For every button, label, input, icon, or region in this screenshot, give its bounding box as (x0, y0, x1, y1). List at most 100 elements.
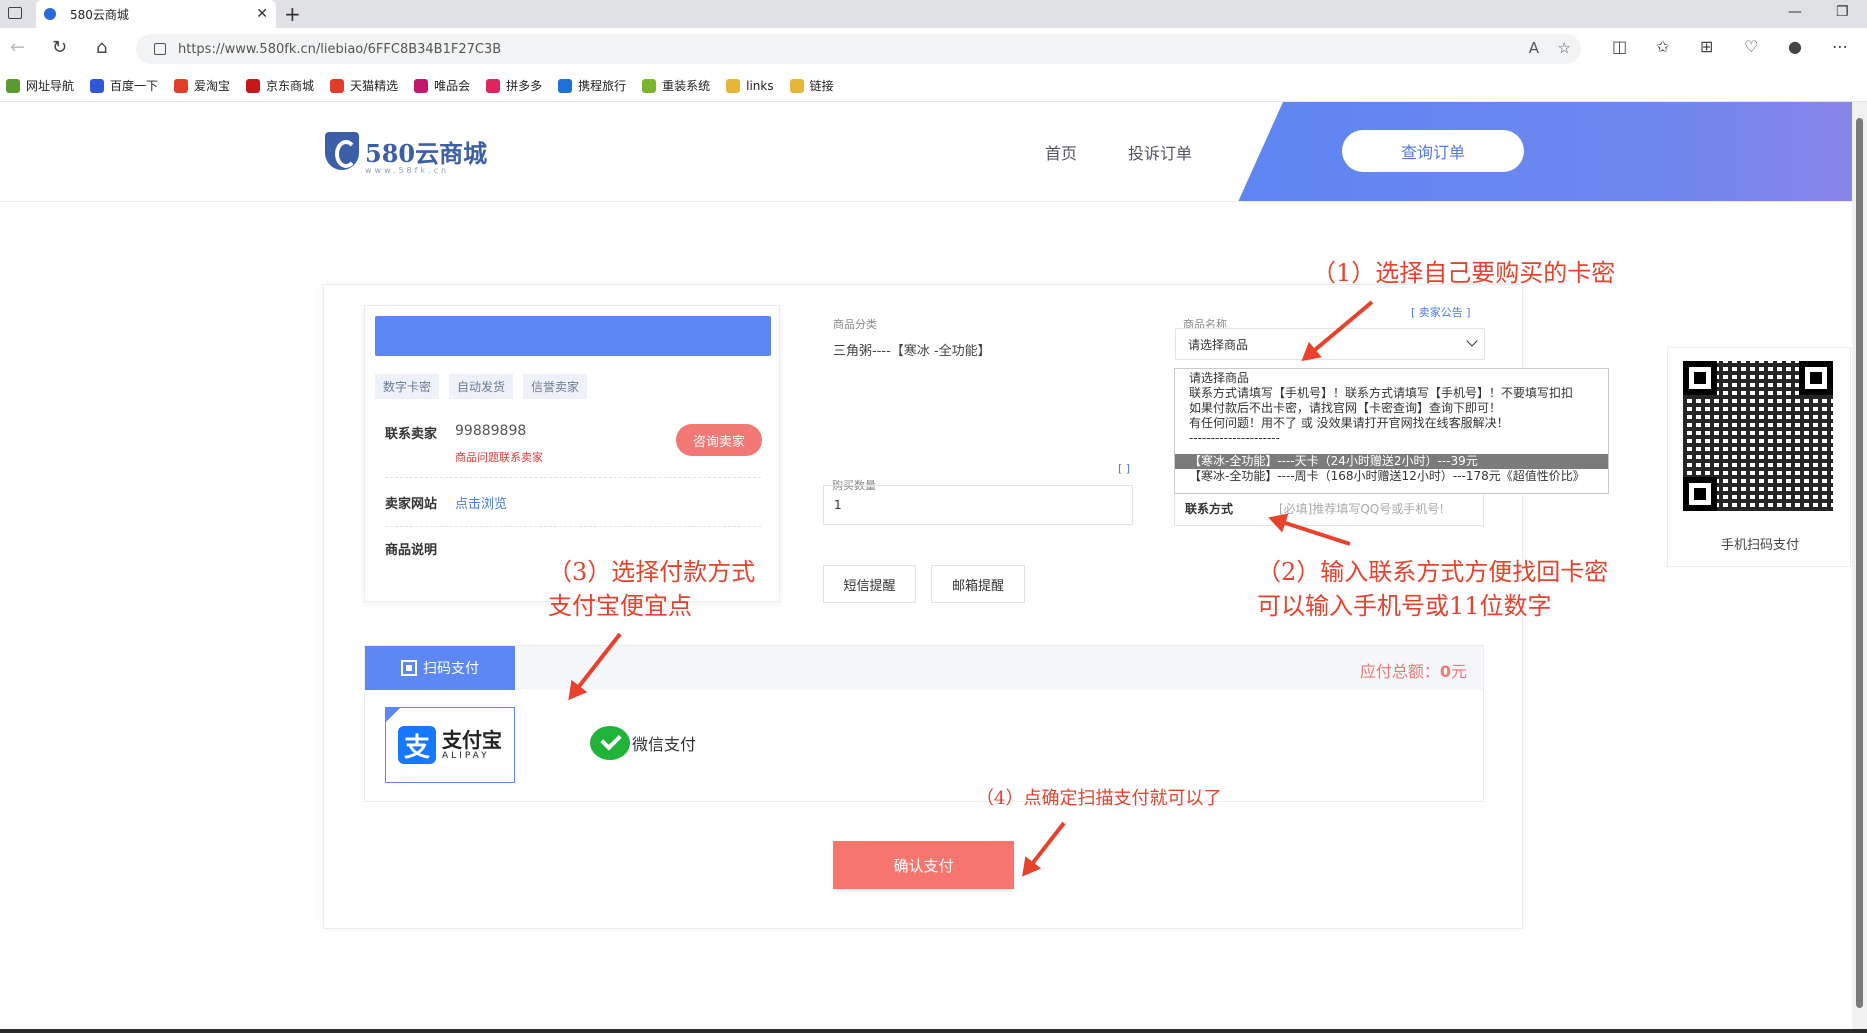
annotation-step-2-line2: 可以输入手机号或11位数字 (1257, 592, 1552, 620)
close-tab-icon[interactable]: ✕ (256, 6, 268, 22)
divider (385, 526, 761, 527)
back-icon[interactable]: ← (10, 37, 25, 58)
query-order-button[interactable]: 查询订单 (1342, 130, 1524, 172)
bookmark-label: 链接 (809, 79, 834, 93)
annotation-step-1: （1）选择自己要购买的卡密 (1312, 259, 1616, 287)
scrollbar-thumb[interactable] (1856, 118, 1863, 1008)
shield-logo-icon (325, 132, 359, 170)
bookmark-item[interactable]: 唯品会 (414, 77, 470, 94)
alipay-cn-label: 支付宝 (442, 728, 502, 752)
bookmark-item[interactable]: links (726, 78, 774, 93)
dropdown-option[interactable]: 请选择商品 (1175, 371, 1608, 386)
tab-title: 580云商城 (70, 7, 129, 22)
product-desc-label: 商品说明 (385, 543, 438, 558)
bookmark-item[interactable]: 京东商城 (246, 77, 314, 94)
bookmark-label: 携程旅行 (578, 79, 627, 93)
dropdown-option[interactable]: 联系方式请填写【手机号】！联系方式请填写【手机号】！不要填写扣扣 (1175, 386, 1608, 401)
contact-label: 联系方式 (1185, 502, 1234, 516)
bookmark-favicon-icon (174, 78, 189, 93)
payment-panel: 扫码支付 应付总额：0元 支 支付宝 ALIPAY 微信支付 (364, 645, 1484, 802)
qr-side-card: 手机扫码支付 (1667, 347, 1851, 567)
dropdown-option[interactable]: 【寒冰-全功能】----周卡（168小时赠送12小时）---178元《超值性价比… (1175, 469, 1608, 484)
dropdown-option[interactable]: 如果付款后不出卡密，请找官网【卡密查询】查询下即可！ (1175, 401, 1608, 416)
bookmark-label: 天猫精选 (350, 79, 399, 93)
bookmark-item[interactable]: 携程旅行 (558, 77, 626, 94)
bookmark-item[interactable]: 百度一下 (90, 77, 158, 94)
confirm-pay-button[interactable]: 确认支付 (833, 841, 1014, 889)
bookmark-item[interactable]: 重装系统 (642, 77, 710, 94)
tag-auto-ship: 自动发货 (449, 374, 514, 399)
bookmark-favicon-icon (414, 78, 429, 93)
product-select-value: 请选择商品 (1188, 337, 1249, 352)
nav-complaint[interactable]: 投诉订单 (1128, 140, 1192, 164)
quantity-input[interactable]: 1 (823, 485, 1133, 525)
bookmark-label: 爱淘宝 (194, 79, 231, 93)
bookmark-favicon-icon (330, 78, 345, 93)
scan-pay-label: 扫码支付 (423, 661, 479, 677)
favorites-icon[interactable]: ✩ (1656, 37, 1669, 56)
home-icon[interactable]: ⌂ (96, 37, 107, 58)
logo-name: 580云商城 (365, 138, 488, 168)
wechat-pay-icon (590, 726, 630, 760)
bookmark-item[interactable]: 拼多多 (486, 77, 542, 94)
browser-tab[interactable]: 580云商城 ✕ (36, 0, 276, 28)
bookmark-favicon-icon (90, 78, 105, 93)
bookmark-item[interactable]: 爱淘宝 (174, 77, 230, 94)
seller-banner (375, 316, 771, 356)
consult-seller-button[interactable]: 咨询卖家 (676, 424, 762, 456)
quantity-value: 1 (834, 498, 842, 512)
selected-corner-icon (386, 708, 400, 722)
alipay-option[interactable]: 支 支付宝 ALIPAY (385, 707, 515, 783)
sms-remind-button[interactable]: 短信提醒 (823, 565, 916, 603)
extensions-icon[interactable]: ♡ (1744, 37, 1758, 56)
reload-icon[interactable]: ↻ (52, 37, 67, 58)
email-remind-button[interactable]: 邮箱提醒 (931, 565, 1025, 603)
qty-bracket[interactable]: [ ] (1118, 462, 1130, 475)
qr-code-icon (401, 660, 417, 676)
logo-subtitle: www.58fk.cn (365, 166, 450, 175)
wechat-pay-option[interactable]: 微信支付 (590, 726, 696, 760)
chevron-down-icon (1466, 335, 1478, 347)
taskbar-edge (0, 1029, 1867, 1033)
header-accent-band (1238, 102, 1852, 201)
site-logo[interactable]: 580云商城 www.58fk.cn (325, 132, 488, 175)
bookmark-favicon-icon (642, 78, 657, 93)
favorite-star-icon[interactable]: ☆ (1558, 39, 1571, 57)
bookmark-label: 百度一下 (110, 79, 159, 93)
annotation-step-4: （4）点确定扫描支付就可以了 (976, 788, 1222, 809)
contact-field[interactable]: 联系方式 [必填]推荐填写QQ号或手机号! (1174, 492, 1484, 526)
payment-header: 扫码支付 应付总额：0元 (365, 646, 1483, 690)
dropdown-option[interactable]: --------------------- (1175, 431, 1608, 446)
total-value: 0 (1439, 662, 1451, 681)
tab-scan-pay[interactable]: 扫码支付 (365, 646, 515, 690)
more-menu-icon[interactable]: ⋯ (1832, 37, 1848, 56)
seller-notice-link[interactable]: [ 卖家公告 ] (1411, 304, 1471, 320)
seller-website-link[interactable]: 点击浏览 (455, 493, 507, 512)
lock-icon (154, 43, 166, 55)
dropdown-option[interactable]: 【寒冰-全功能】----天卡（24小时赠送2小时）---39元 (1175, 454, 1608, 469)
tag-trusted: 信誉卖家 (523, 374, 588, 399)
site-header: 580云商城 www.58fk.cn 首页 投诉订单 查询订单 (0, 102, 1852, 202)
tab-actions-icon[interactable] (8, 7, 22, 19)
minimize-icon[interactable]: — (1788, 4, 1802, 20)
nav-home[interactable]: 首页 (1045, 140, 1077, 164)
bookmark-item[interactable]: 链接 (789, 77, 834, 94)
collections-icon[interactable]: ⊞ (1700, 37, 1713, 56)
seller-note: 商品问题联系卖家 (455, 451, 543, 464)
url-field[interactable]: https://www.580fk.cn/liebiao/6FFC8B34B1F… (136, 34, 1581, 64)
split-screen-icon[interactable]: ◫ (1612, 37, 1627, 56)
page-scrollbar[interactable] (1852, 102, 1867, 1033)
new-tab-icon[interactable]: + (284, 2, 301, 26)
alipay-en-label: ALIPAY (442, 751, 490, 761)
restore-icon[interactable]: ❐ (1836, 4, 1849, 20)
bookmark-favicon-icon (726, 78, 741, 93)
profile-avatar-icon[interactable]: ● (1788, 37, 1802, 56)
annotation-step-3-line2: 支付宝便宜点 (548, 592, 692, 620)
dropdown-option[interactable]: 有任何问题！用不了 或 没效果请打开官网找在线客服解决！ (1175, 416, 1608, 431)
contact-placeholder: [必填]推荐填写QQ号或手机号! (1279, 502, 1445, 516)
bookmark-label: 拼多多 (506, 79, 543, 93)
bookmark-item[interactable]: 天猫精选 (330, 77, 398, 94)
bookmark-item[interactable]: 网址导航 (6, 77, 74, 94)
bookmark-label: 京东商城 (266, 79, 315, 93)
read-aloud-icon[interactable]: A (1529, 39, 1539, 57)
